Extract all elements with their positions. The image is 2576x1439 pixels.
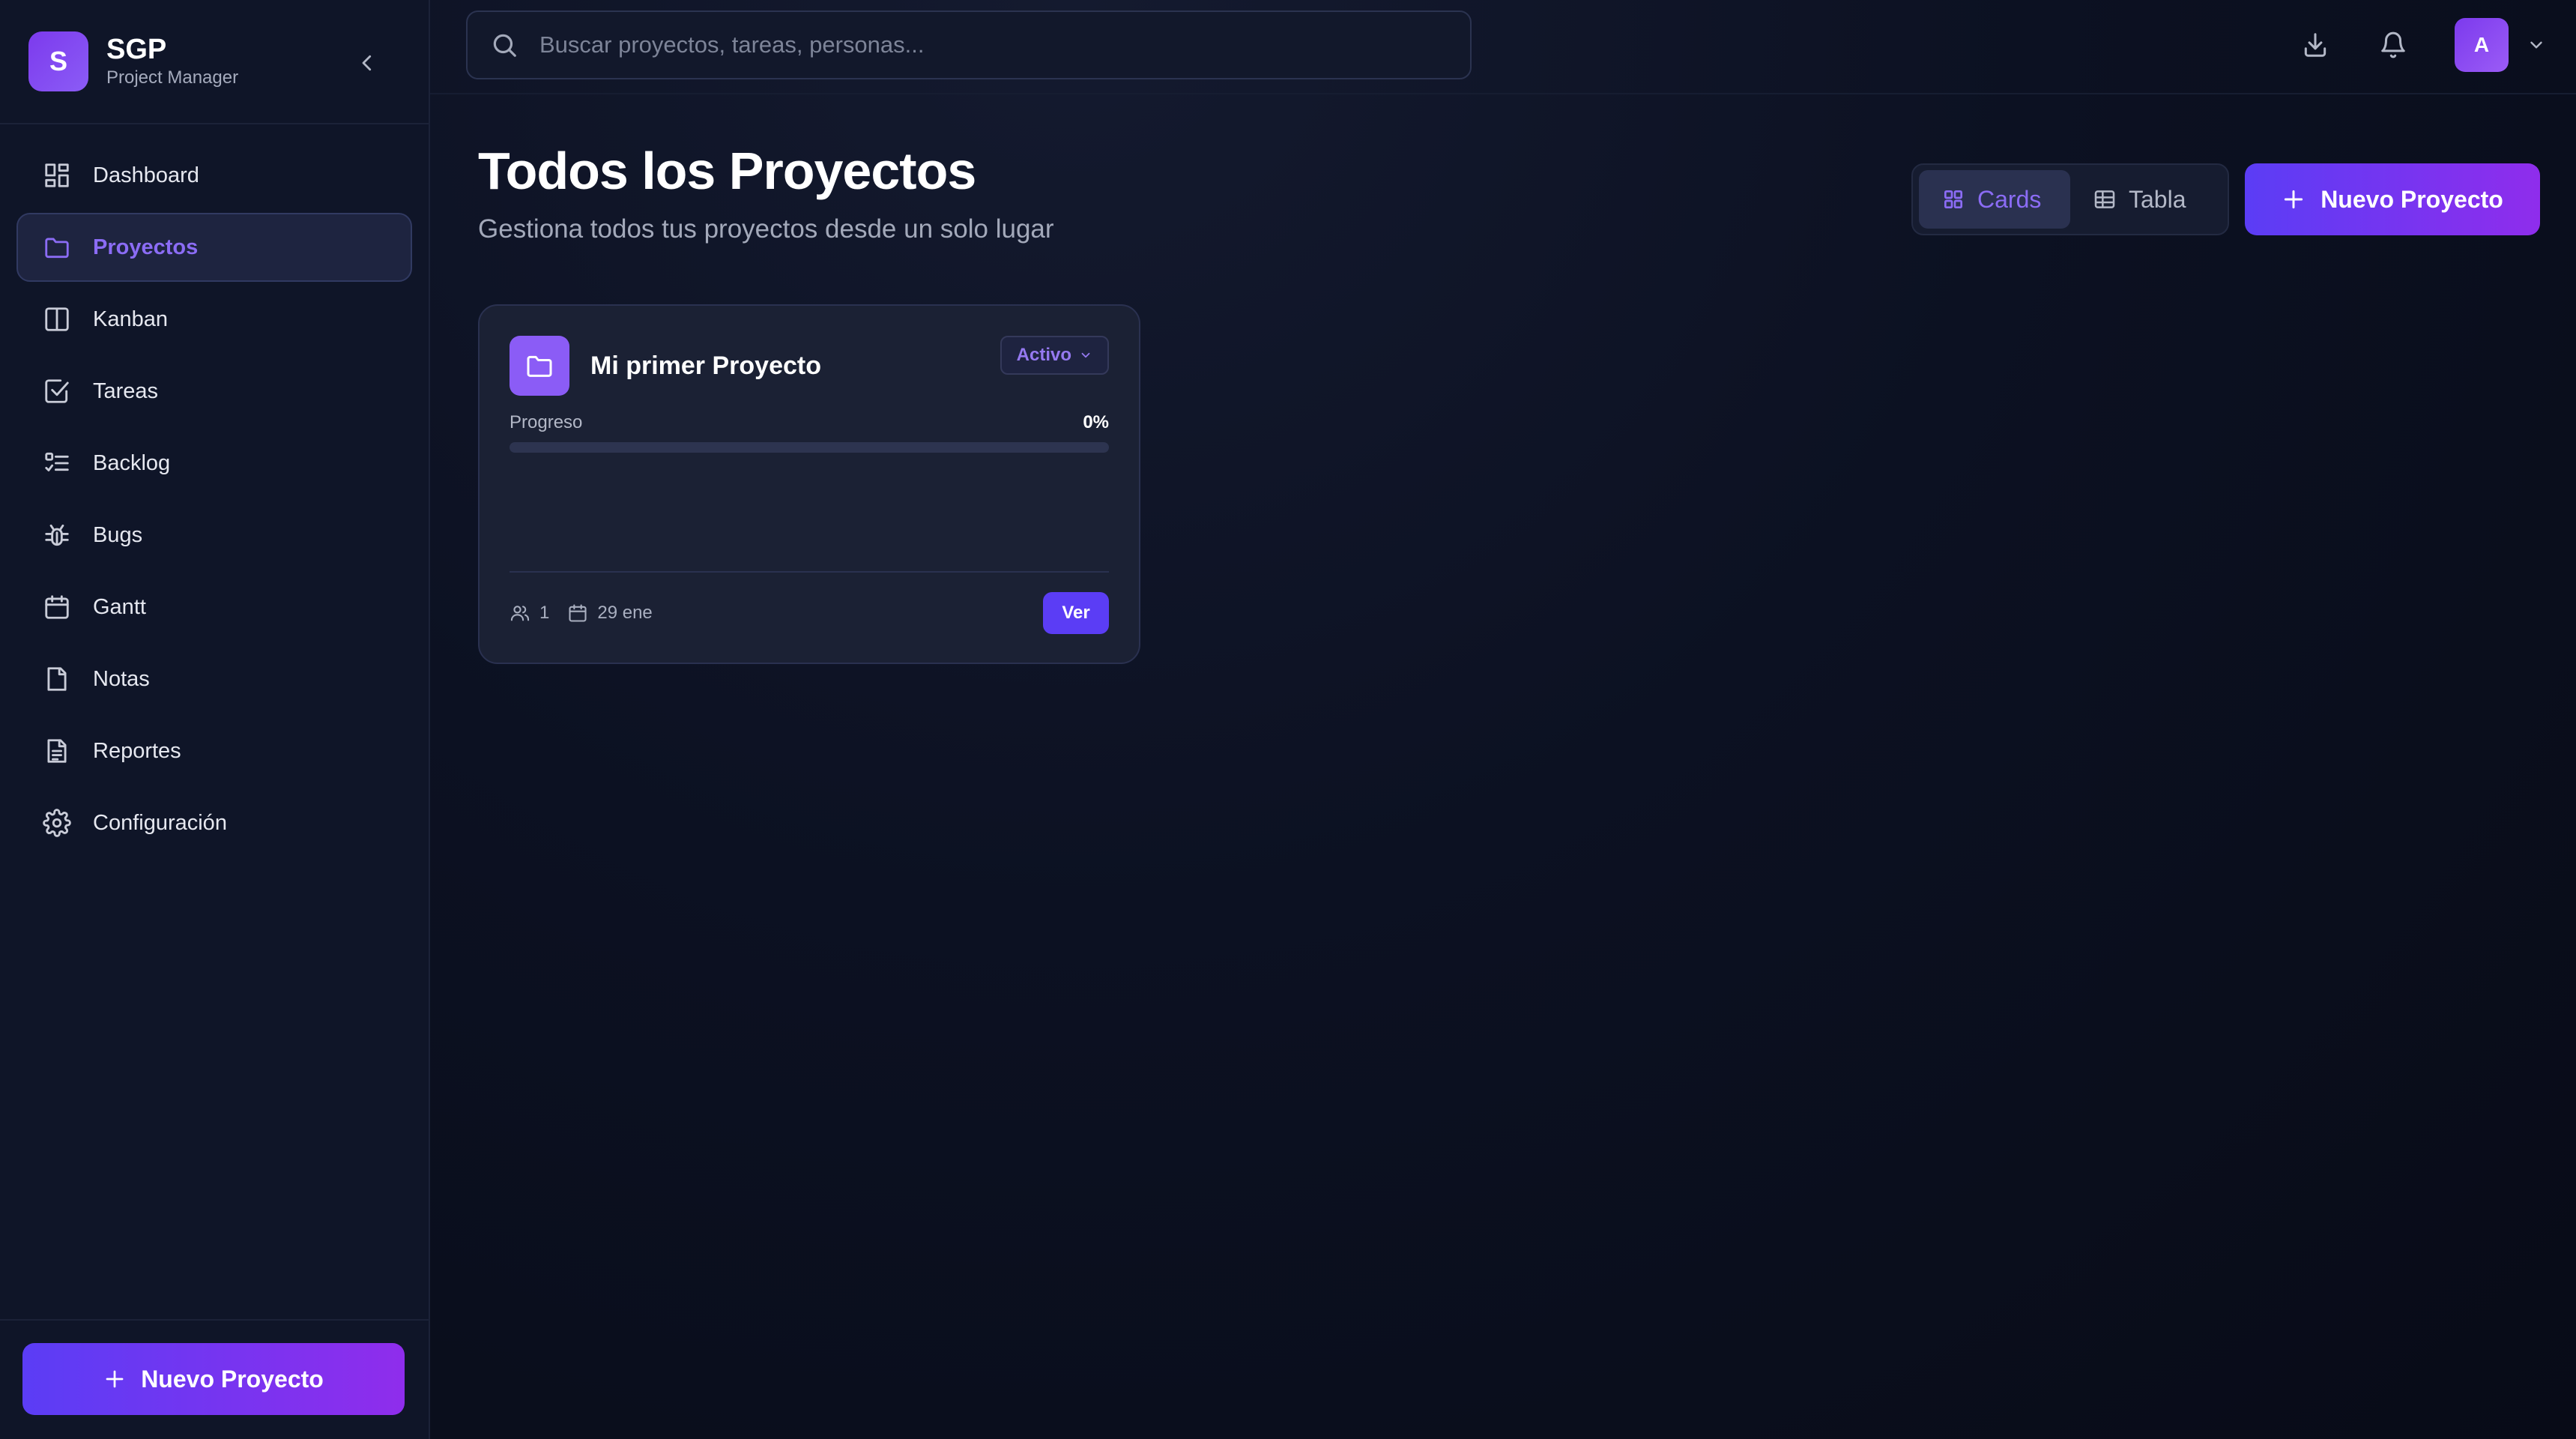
page-subtitle: Gestiona todos tus proyectos desde un so… bbox=[478, 214, 1054, 244]
search-input[interactable] bbox=[538, 31, 1448, 59]
project-status-dropdown[interactable]: Activo bbox=[1000, 336, 1109, 375]
sidebar-item-kanban[interactable]: Kanban bbox=[16, 285, 412, 354]
new-project-label: Nuevo Proyecto bbox=[2320, 185, 2503, 213]
sidebar-item-label: Notas bbox=[93, 666, 150, 691]
sidebar-item-configuracion[interactable]: Configuración bbox=[16, 788, 412, 857]
sidebar-item-reportes[interactable]: Reportes bbox=[16, 717, 412, 785]
sidebar-item-gantt[interactable]: Gantt bbox=[16, 573, 412, 642]
table-icon bbox=[2094, 190, 2115, 208]
sidebar-item-label: Bugs bbox=[93, 522, 143, 547]
progress-label: Progreso bbox=[510, 412, 583, 432]
folder-icon bbox=[42, 232, 72, 262]
brand-name: SGP bbox=[106, 34, 167, 65]
dashboard-icon bbox=[42, 160, 72, 190]
new-project-button[interactable]: Nuevo Proyecto bbox=[2245, 163, 2540, 235]
project-status-label: Activo bbox=[1016, 345, 1071, 365]
view-toggle: Cards Tabla bbox=[1911, 163, 2229, 235]
page-title: Todos los Proyectos bbox=[478, 142, 976, 200]
plus-icon bbox=[2285, 190, 2303, 209]
chevron-down-icon bbox=[1081, 352, 1090, 358]
view-cards-button[interactable]: Cards bbox=[1919, 170, 2070, 229]
report-icon bbox=[42, 736, 72, 766]
progress-row: Progreso 0% bbox=[510, 412, 1109, 433]
top-actions: A bbox=[2260, 18, 2546, 72]
members-count: 1 bbox=[510, 603, 549, 624]
sidebar-item-tareas[interactable]: Tareas bbox=[16, 357, 412, 426]
brand-text: SGP Project Manager bbox=[106, 33, 238, 90]
gear-icon bbox=[42, 808, 72, 838]
grid-icon bbox=[1944, 190, 1962, 208]
project-date: 29 ene bbox=[567, 603, 653, 624]
view-table-label: Tabla bbox=[2129, 185, 2186, 213]
sidebar-item-label: Dashboard bbox=[93, 163, 199, 187]
page-header: Todos los Proyectos Gestiona todos tus p… bbox=[478, 139, 1054, 246]
list-check-icon bbox=[42, 448, 72, 478]
user-menu-toggle[interactable] bbox=[2527, 35, 2546, 55]
note-icon bbox=[42, 664, 72, 694]
project-name: Mi primer Proyecto bbox=[590, 351, 821, 380]
chevron-down-icon bbox=[2530, 41, 2542, 49]
user-avatar[interactable]: A bbox=[2455, 18, 2509, 72]
users-icon bbox=[510, 606, 530, 621]
download-button[interactable] bbox=[2293, 22, 2338, 67]
kanban-icon bbox=[42, 304, 72, 334]
sidebar-footer: Nuevo Proyecto bbox=[0, 1319, 429, 1439]
topbar: A bbox=[430, 0, 2576, 94]
brand: S SGP Project Manager bbox=[0, 0, 429, 124]
sidebar-item-label: Backlog bbox=[93, 450, 171, 475]
folder-icon bbox=[510, 336, 569, 396]
calendar-icon bbox=[42, 592, 72, 622]
project-card[interactable]: Mi primer Proyecto Activo Progreso 0% 1 bbox=[478, 304, 1140, 664]
search-bar[interactable] bbox=[466, 10, 1472, 79]
app-root: S SGP Project Manager Dashboard Proyecto… bbox=[0, 0, 2576, 1439]
sidebar-item-dashboard[interactable]: Dashboard bbox=[16, 141, 412, 210]
download-icon bbox=[2304, 33, 2326, 57]
members-value: 1 bbox=[539, 603, 550, 623]
collapse-sidebar-button[interactable] bbox=[351, 46, 384, 79]
sidebar: S SGP Project Manager Dashboard Proyecto… bbox=[0, 0, 430, 1439]
brand-logo: S bbox=[28, 31, 88, 91]
project-card-footer: 1 29 ene Ver bbox=[510, 592, 1109, 634]
sidebar-item-backlog[interactable]: Backlog bbox=[16, 429, 412, 498]
sidebar-new-project-button[interactable]: Nuevo Proyecto bbox=[22, 1343, 405, 1415]
sidebar-item-label: Proyectos bbox=[93, 235, 199, 259]
view-cards-label: Cards bbox=[1977, 185, 2042, 213]
view-table-button[interactable]: Tabla bbox=[2070, 170, 2209, 229]
sidebar-item-proyectos[interactable]: Proyectos bbox=[16, 213, 412, 282]
sidebar-item-label: Kanban bbox=[93, 307, 168, 331]
sidebar-item-label: Configuración bbox=[93, 810, 227, 835]
sidebar-nav: Dashboard Proyectos Kanban Tareas Backlo… bbox=[0, 124, 429, 857]
card-divider bbox=[510, 571, 1109, 573]
main-content: A Todos los Proyectos Gestiona todos tus… bbox=[430, 0, 2576, 1439]
bug-icon bbox=[42, 520, 72, 550]
date-value: 29 ene bbox=[597, 603, 653, 623]
search-icon bbox=[493, 34, 516, 57]
sidebar-item-bugs[interactable]: Bugs bbox=[16, 501, 412, 570]
sidebar-item-label: Tareas bbox=[93, 378, 159, 403]
progress-bar bbox=[510, 442, 1109, 453]
sidebar-item-label: Gantt bbox=[93, 594, 146, 619]
calendar-icon bbox=[569, 604, 587, 622]
sidebar-item-label: Reportes bbox=[93, 738, 181, 763]
view-project-button[interactable]: Ver bbox=[1043, 592, 1109, 634]
plus-icon bbox=[106, 1370, 124, 1388]
notifications-button[interactable] bbox=[2371, 22, 2416, 67]
bell-icon bbox=[2381, 31, 2405, 58]
checkbox-icon bbox=[42, 376, 72, 406]
sidebar-item-notas[interactable]: Notas bbox=[16, 645, 412, 714]
sidebar-new-project-label: Nuevo Proyecto bbox=[141, 1365, 324, 1393]
progress-value: 0% bbox=[1083, 412, 1109, 432]
chevron-left-icon bbox=[362, 55, 372, 71]
brand-subtitle: Project Manager bbox=[106, 67, 239, 88]
